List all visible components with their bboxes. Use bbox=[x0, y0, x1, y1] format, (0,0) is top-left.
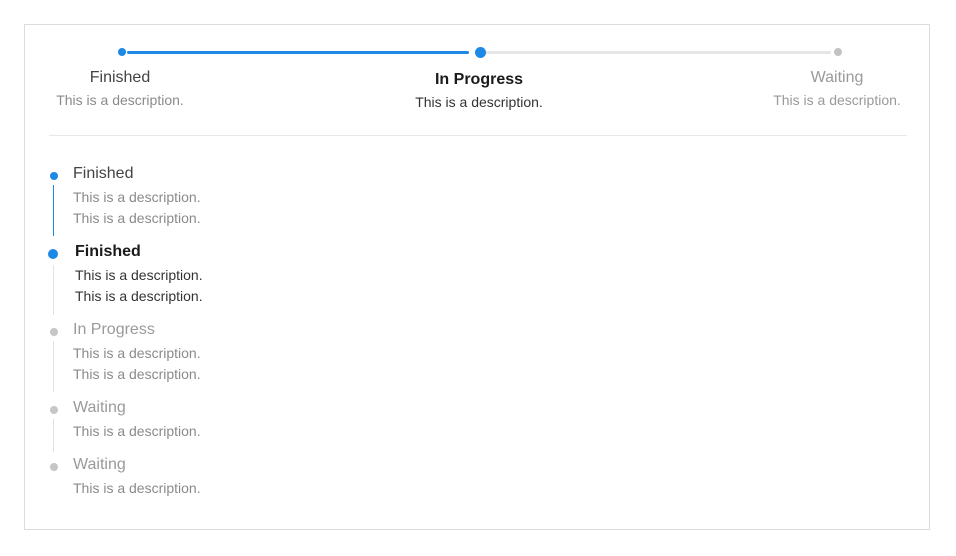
vertical-step-4-title: Waiting bbox=[73, 399, 126, 416]
vertical-step-1-title: Finished bbox=[73, 165, 134, 182]
steps-card: Finished This is a description. In Progr… bbox=[24, 24, 930, 530]
vertical-step-5-description-1: This is a description. bbox=[73, 480, 201, 496]
vertical-step-2-description-2: This is a description. bbox=[75, 288, 203, 304]
vertical-step-4-description-1: This is a description. bbox=[73, 423, 201, 439]
vertical-step-2-description-1: This is a description. bbox=[75, 267, 203, 283]
vertical-step-1-description-1: This is a description. bbox=[73, 189, 201, 205]
horizontal-stepper: Finished This is a description. In Progr… bbox=[25, 25, 931, 135]
vertical-step-5-title: Waiting bbox=[73, 456, 126, 473]
vertical-step-1-connector bbox=[53, 185, 54, 236]
step-2[interactable]: In Progress This is a description. bbox=[369, 70, 589, 111]
vertical-step-5-dot bbox=[50, 463, 58, 471]
step-3-dot bbox=[834, 48, 842, 56]
step-connector-completed bbox=[127, 51, 469, 54]
vertical-step-3-connector bbox=[53, 341, 54, 392]
vertical-step-3-title: In Progress bbox=[73, 321, 155, 338]
vertical-step-2-connector bbox=[53, 265, 54, 315]
vertical-step-2-title: Finished bbox=[75, 243, 141, 260]
vertical-step-4-dot bbox=[50, 406, 58, 414]
section-divider bbox=[49, 135, 907, 136]
vertical-step-3-dot bbox=[50, 328, 58, 336]
step-connector-pending bbox=[485, 51, 831, 54]
step-2-description: This is a description. bbox=[415, 94, 543, 110]
step-3-title: Waiting bbox=[810, 69, 864, 86]
step-3[interactable]: Waiting This is a description. bbox=[727, 68, 947, 109]
step-2-dot bbox=[475, 47, 486, 58]
step-1-dot bbox=[118, 48, 126, 56]
step-3-description: This is a description. bbox=[773, 92, 901, 108]
step-1[interactable]: Finished This is a description. bbox=[10, 68, 230, 109]
vertical-step-2-dot bbox=[48, 249, 58, 259]
vertical-step-1-description-2: This is a description. bbox=[73, 210, 201, 226]
step-1-description: This is a description. bbox=[56, 92, 184, 108]
step-2-title: In Progress bbox=[434, 71, 524, 88]
vertical-step-4-connector bbox=[53, 419, 54, 452]
vertical-step-3-description-1: This is a description. bbox=[73, 345, 201, 361]
step-1-title: Finished bbox=[89, 69, 151, 86]
vertical-step-3-description-2: This is a description. bbox=[73, 366, 201, 382]
vertical-step-1-dot bbox=[50, 172, 58, 180]
